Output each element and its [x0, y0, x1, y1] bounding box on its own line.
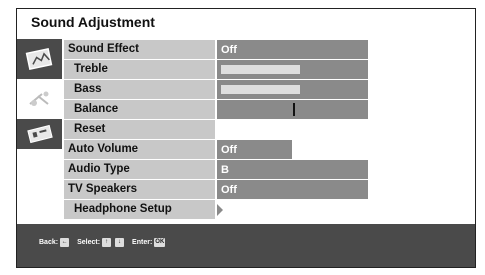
select-hint-label: Select: — [77, 239, 101, 246]
treble-level-bar — [221, 65, 300, 74]
menu-row-reset[interactable]: Reset — [62, 120, 372, 140]
sound-menu: Sound Effect Off Treble Bass Balance Res… — [62, 40, 372, 220]
sound-adjustment-screen: Sound Adjustment Sound Effect Off Treble — [16, 8, 476, 268]
menu-row-bass[interactable]: Bass — [62, 80, 372, 100]
headphone-setup-label[interactable]: Headphone Setup — [64, 200, 215, 219]
bass-slider[interactable] — [217, 80, 368, 99]
bass-label[interactable]: Bass — [64, 80, 215, 99]
ok-key-icon: OK — [154, 238, 166, 247]
menu-row-treble[interactable]: Treble — [62, 60, 372, 80]
enter-hint-label: Enter: — [132, 239, 153, 246]
tv-speakers-value[interactable]: Off — [217, 180, 368, 199]
down-arrow-icon: ↓ — [115, 238, 125, 247]
back-hint-label: Back: — [39, 239, 59, 246]
menu-row-sound-effect[interactable]: Sound Effect Off — [62, 40, 372, 60]
balance-slider[interactable] — [217, 100, 368, 119]
up-arrow-icon: ↑ — [102, 238, 112, 247]
bass-level-bar — [221, 85, 300, 94]
audio-type-label[interactable]: Audio Type — [64, 160, 215, 179]
sound-effect-label[interactable]: Sound Effect — [64, 40, 215, 59]
audio-type-value[interactable]: B — [217, 160, 368, 179]
treble-label[interactable]: Treble — [64, 60, 215, 79]
help-legend: Back: ← Select: ↑ ↓ Enter: OK — [39, 238, 167, 247]
picture-settings-icon — [25, 47, 53, 71]
sidebar-setup[interactable] — [17, 119, 62, 149]
tv-speakers-label[interactable]: TV Speakers — [64, 180, 215, 199]
balance-marker — [293, 103, 295, 116]
help-bar: Back: ← Select: ↑ ↓ Enter: OK — [17, 224, 475, 267]
auto-volume-label[interactable]: Auto Volume — [64, 140, 215, 159]
auto-volume-value[interactable]: Off — [217, 140, 292, 159]
setup-settings-icon — [27, 124, 53, 144]
sidebar-sound[interactable] — [17, 79, 62, 119]
back-arrow-icon: ← — [60, 238, 70, 247]
page-title: Sound Adjustment — [31, 14, 155, 30]
treble-slider[interactable] — [217, 60, 368, 79]
submenu-arrow-icon — [217, 204, 223, 216]
menu-row-audio-type[interactable]: Audio Type B — [62, 160, 372, 180]
menu-row-tv-speakers[interactable]: TV Speakers Off — [62, 180, 372, 200]
sidebar-picture[interactable] — [17, 39, 62, 79]
reset-label[interactable]: Reset — [64, 120, 215, 139]
balance-label[interactable]: Balance — [64, 100, 215, 119]
menu-row-headphone-setup[interactable]: Headphone Setup — [62, 200, 372, 220]
sound-effect-value[interactable]: Off — [217, 40, 368, 59]
menu-row-balance[interactable]: Balance — [62, 100, 372, 120]
sound-settings-icon — [29, 91, 49, 106]
menu-row-auto-volume[interactable]: Auto Volume Off — [62, 140, 372, 160]
